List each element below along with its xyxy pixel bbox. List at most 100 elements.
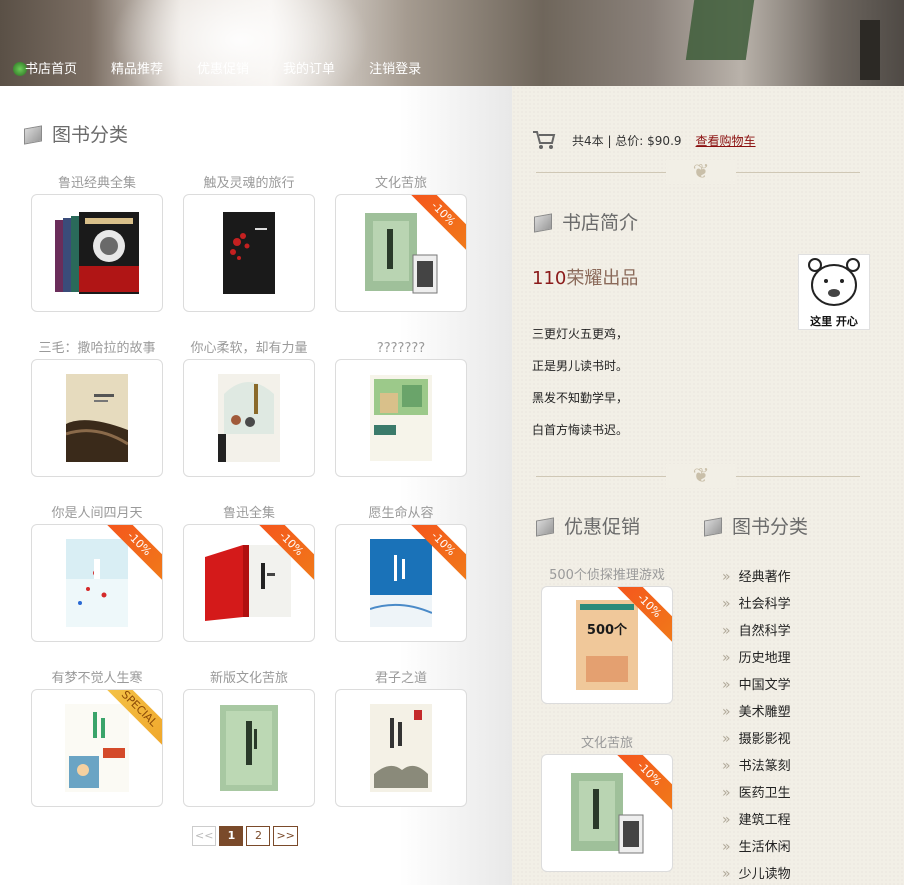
- book-title[interactable]: 君子之道: [334, 669, 468, 689]
- header-banner: 书店首页 精品推荐 优惠促销 我的订单 注销登录: [0, 0, 904, 86]
- book-title[interactable]: 三毛：撒哈拉的故事: [30, 339, 164, 359]
- category-link[interactable]: 书法篆刻: [722, 753, 791, 780]
- book-card[interactable]: [335, 689, 467, 807]
- category-link[interactable]: 生活休闲: [722, 834, 791, 861]
- book-cover-image: [205, 545, 291, 621]
- book-card[interactable]: [31, 359, 163, 477]
- book-cover-image: [370, 375, 432, 461]
- book-title[interactable]: 新版文化苦旅: [182, 669, 316, 689]
- cart-summary: 共4本 | 总价: $90.9 查看购物车: [532, 130, 756, 150]
- bear-caption: 这里 开心: [810, 315, 858, 328]
- book-card[interactable]: [31, 194, 163, 312]
- intro-headline-text: 荣耀出品: [566, 268, 639, 289]
- bear-face-icon: [808, 258, 860, 306]
- book-cover-image: [65, 704, 129, 792]
- book-item[interactable]: 鲁迅全集 -10%: [182, 504, 316, 642]
- cart-total-text: 共4本 | 总价: $90.9: [572, 133, 682, 148]
- book-title[interactable]: 你是人间四月天: [30, 504, 164, 524]
- category-link[interactable]: 历史地理: [722, 645, 791, 672]
- nav-featured[interactable]: 精品推荐: [101, 60, 175, 80]
- book-item[interactable]: 三毛：撒哈拉的故事: [30, 339, 164, 477]
- pager-page-2[interactable]: 2: [246, 826, 271, 846]
- view-cart-link[interactable]: 查看购物车: [696, 132, 756, 149]
- category-link[interactable]: 建筑工程: [722, 807, 791, 834]
- book-title[interactable]: 鲁迅全集: [182, 504, 316, 524]
- svg-text:500个: 500个: [587, 622, 628, 638]
- book-card[interactable]: [183, 194, 315, 312]
- book-item[interactable]: 触及灵魂的旅行: [182, 174, 316, 312]
- book-item[interactable]: 有梦不觉人生寒 SPECIAL: [30, 669, 164, 807]
- book-card[interactable]: -10%: [335, 524, 467, 642]
- shopping-cart-icon: [533, 131, 556, 149]
- category-link[interactable]: 自然科学: [722, 618, 791, 645]
- book-cover-image: [365, 213, 438, 294]
- book-item[interactable]: 你是人间四月天 -10%: [30, 504, 164, 642]
- banner-green-object: [685, 0, 755, 60]
- promo-title: 优惠促销: [534, 512, 640, 539]
- book-title[interactable]: 你心柔软，却有力量: [182, 339, 316, 359]
- pager-page-1[interactable]: 1: [219, 826, 244, 846]
- category-link[interactable]: 摄影影视: [722, 726, 791, 753]
- book-card[interactable]: -10%: [183, 524, 315, 642]
- book-title[interactable]: 愿生命从容: [334, 504, 468, 524]
- poem-line: 正是男儿读书时。: [532, 359, 629, 373]
- intro-title-text: 书店简介: [562, 212, 639, 234]
- intro-poem: 三更灯火五更鸡， 正是男儿读书时。 黑发不知勤学早， 白首方悔读书迟。: [532, 318, 628, 446]
- book-title[interactable]: ???????: [334, 339, 468, 359]
- promo-book-card[interactable]: -10%: [541, 754, 673, 872]
- category-link[interactable]: 少儿读物: [722, 861, 791, 888]
- book-cover-image: [370, 704, 432, 792]
- category-link[interactable]: 社会科学: [722, 591, 791, 618]
- pagination: << 1 2 >>: [192, 826, 298, 846]
- book-item[interactable]: 愿生命从容 -10%: [334, 504, 468, 642]
- book-card[interactable]: [335, 359, 467, 477]
- category-link[interactable]: 中国文学: [722, 672, 791, 699]
- book-cover-image: 500个: [576, 600, 638, 690]
- book-title[interactable]: 有梦不觉人生寒: [30, 669, 164, 689]
- ornament-divider: ❦: [536, 464, 860, 488]
- intro-headline-number: 110: [532, 268, 567, 289]
- book-card[interactable]: [183, 359, 315, 477]
- book-item[interactable]: ???????: [334, 339, 468, 477]
- book-title[interactable]: 文化苦旅: [334, 174, 468, 194]
- pager-prev[interactable]: <<: [192, 826, 217, 846]
- bear-meme-image: 这里 开心: [798, 254, 870, 330]
- book-item[interactable]: 君子之道: [334, 669, 468, 807]
- book-cover-image: [223, 212, 275, 294]
- book-card[interactable]: SPECIAL: [31, 689, 163, 807]
- category-link[interactable]: 医药卫生: [722, 780, 791, 807]
- category-link[interactable]: 经典著作: [722, 564, 791, 591]
- poem-line: 黑发不知勤学早，: [532, 391, 629, 405]
- promo-item[interactable]: 文化苦旅 -10%: [540, 734, 674, 872]
- promo-item[interactable]: 500个侦探推理游戏 500个 -10%: [540, 566, 674, 704]
- book-icon: [532, 213, 554, 231]
- promo-book-card[interactable]: 500个 -10%: [541, 586, 673, 704]
- book-card[interactable]: -10%: [335, 194, 467, 312]
- pager-next[interactable]: >>: [273, 826, 298, 846]
- book-item[interactable]: 鲁迅经典全集: [30, 174, 164, 312]
- book-cover-image: [55, 212, 139, 294]
- nav-logout[interactable]: 注销登录: [359, 60, 433, 80]
- book-card[interactable]: -10%: [31, 524, 163, 642]
- sidebar: 共4本 | 总价: $90.9 查看购物车 ❦ 书店简介 110荣耀出品 这里 …: [512, 86, 904, 885]
- book-item[interactable]: 文化苦旅 -10%: [334, 174, 468, 312]
- nav-promotions[interactable]: 优惠促销: [187, 60, 261, 80]
- nav-my-orders[interactable]: 我的订单: [273, 60, 347, 80]
- banner-dark-post: [860, 20, 880, 80]
- book-catalog: 图书分类 鲁迅经典全集 触及灵魂的旅行 文化苦旅 -10% 三毛：撒哈拉的故事 …: [0, 86, 512, 885]
- book-title[interactable]: 鲁迅经典全集: [30, 174, 164, 194]
- book-item[interactable]: 新版文化苦旅: [182, 669, 316, 807]
- intro-headline: 110荣耀出品: [532, 264, 638, 290]
- book-item[interactable]: 你心柔软，却有力量: [182, 339, 316, 477]
- category-link[interactable]: 美术雕塑: [722, 699, 791, 726]
- book-card[interactable]: [183, 689, 315, 807]
- nav-home[interactable]: 书店首页: [13, 60, 89, 80]
- nav-home-label: 书店首页: [25, 62, 78, 77]
- book-title[interactable]: 触及灵魂的旅行: [182, 174, 316, 194]
- category-title-text: 图书分类: [732, 516, 809, 538]
- book-cover-image: [66, 539, 128, 627]
- ticket-icon: [534, 517, 556, 535]
- promo-book-title[interactable]: 文化苦旅: [540, 734, 674, 754]
- book-stack-icon: [22, 125, 44, 143]
- promo-book-title[interactable]: 500个侦探推理游戏: [540, 566, 674, 586]
